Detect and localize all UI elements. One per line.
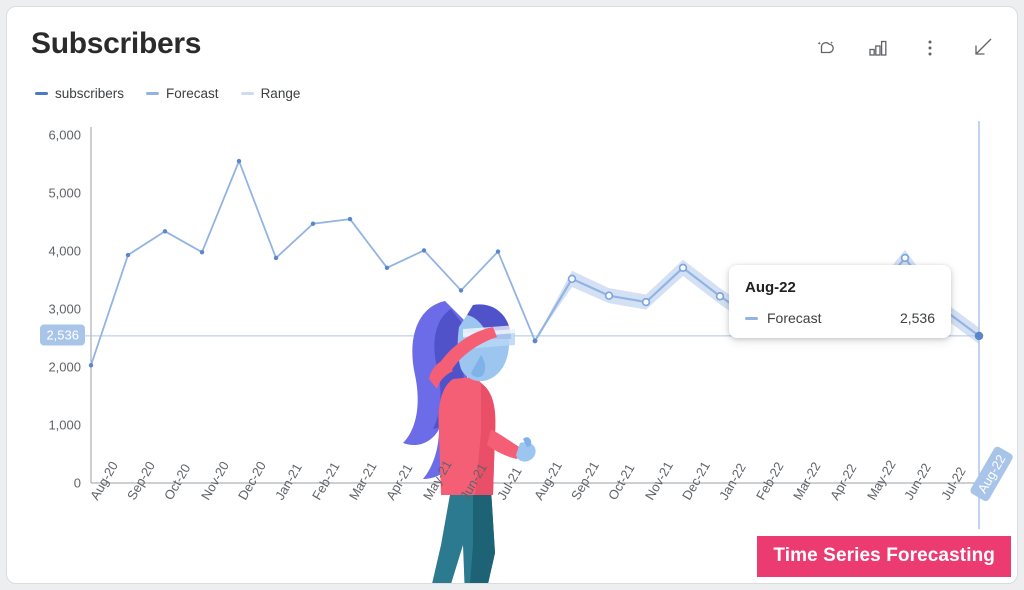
chart-tooltip: Aug-22 Forecast 2,536 [729,265,951,338]
x-tick-aug-22: Aug-22 [969,445,1015,503]
x-tick-jul-21: Jul-21 [494,464,525,503]
x-tick-feb-21: Feb-21 [309,459,343,503]
x-tick-mar-22: Mar-22 [790,459,824,503]
x-tick-jul-22: Jul-22 [938,464,969,503]
watermark-banner: Time Series Forecasting [757,536,1011,577]
x-tick-apr-22: Apr-22 [827,461,860,503]
x-tick-jan-22: Jan-22 [716,460,749,503]
subscribers-chart-card: Subscribers subscribers Forecast Range 6… [6,6,1018,584]
x-tick-sep-21: Sep-21 [568,458,602,503]
x-tick-mar-21: Mar-21 [346,459,380,503]
x-tick-nov-20: Nov-20 [198,458,232,503]
x-tick-feb-22: Feb-22 [753,459,787,503]
tooltip-series-name: Forecast [767,310,822,326]
tooltip-title: Aug-22 [745,279,796,296]
x-tick-jun-21: Jun-21 [457,460,490,503]
x-tick-may-21: May-21 [420,457,455,503]
screen: Subscribers subscribers Forecast Range 6… [0,0,1024,590]
tooltip-series-swatch [745,316,758,320]
x-tick-oct-21: Oct-21 [605,461,638,503]
x-tick-dec-20: Dec-20 [235,458,269,503]
x-tick-dec-21: Dec-21 [679,458,713,503]
x-tick-jan-21: Jan-21 [272,460,305,503]
x-tick-sep-20: Sep-20 [124,458,158,503]
x-tick-apr-21: Apr-21 [383,461,416,503]
tooltip-row: Forecast 2,536 [745,310,935,326]
x-tick-may-22: May-22 [864,457,899,503]
x-tick-oct-20: Oct-20 [161,461,194,503]
x-tick-aug-20: Aug-20 [87,458,121,503]
tooltip-series-value: 2,536 [899,310,935,326]
x-tick-aug-21: Aug-21 [531,458,565,503]
x-tick-nov-21: Nov-21 [642,458,676,503]
x-tick-jun-22: Jun-22 [901,460,934,503]
